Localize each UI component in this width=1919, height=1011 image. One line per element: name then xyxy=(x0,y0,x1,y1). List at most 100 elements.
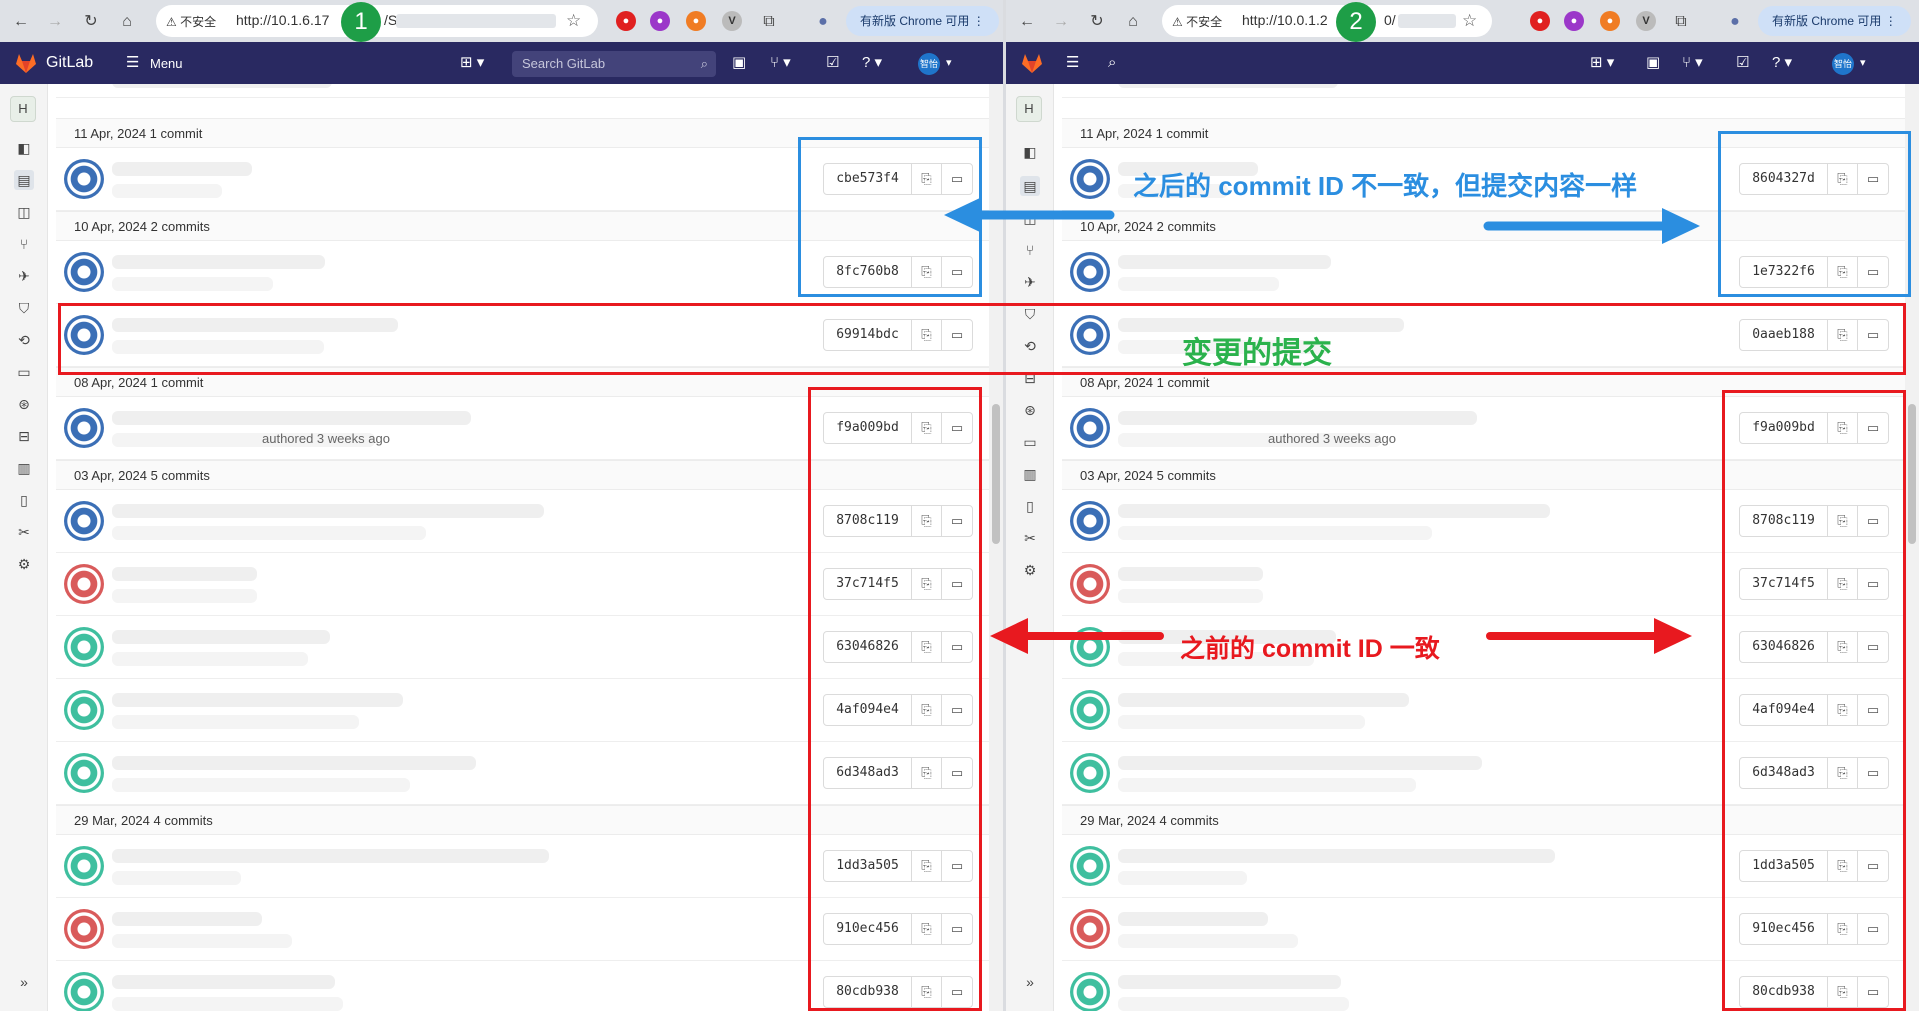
commit-row[interactable]: 8708c119 ⎘ ▭ xyxy=(1062,490,1905,553)
commit-sha-link[interactable]: 8604327d xyxy=(1740,164,1828,194)
new-dropdown-icon[interactable]: ⊞ ▾ xyxy=(1590,54,1614,72)
gitlab-logo-icon[interactable] xyxy=(1020,51,1044,75)
snippets-icon[interactable]: ✂ xyxy=(1020,528,1040,548)
author-avatar[interactable] xyxy=(64,564,104,604)
commit-row[interactable]: 910ec456 ⎘ ▭ xyxy=(56,898,989,961)
commit-row[interactable]: cbe573f4 ⎘ ▭ xyxy=(56,148,989,211)
commit-title-redacted[interactable] xyxy=(1118,504,1550,518)
forward-icon[interactable]: → xyxy=(44,11,66,33)
copy-sha-icon[interactable]: ⎘ xyxy=(912,851,942,881)
puzzle-icon[interactable]: ⧉ xyxy=(758,11,780,33)
author-avatar[interactable] xyxy=(1070,564,1110,604)
author-avatar[interactable] xyxy=(64,501,104,541)
author-avatar[interactable] xyxy=(64,753,104,793)
commit-title-redacted[interactable] xyxy=(112,567,257,581)
commit-row[interactable]: 4af094e4 ⎘ ▭ xyxy=(1062,679,1905,742)
author-avatar[interactable] xyxy=(64,627,104,667)
extension-icon[interactable]: ● xyxy=(616,11,636,31)
browse-files-folder-icon[interactable]: ▭ xyxy=(942,506,972,536)
commit-title-redacted[interactable] xyxy=(1118,411,1477,425)
author-avatar[interactable] xyxy=(1070,909,1110,949)
commit-row[interactable]: 80cdb938 ⎘ ▭ xyxy=(56,961,989,1011)
copy-sha-icon[interactable]: ⎘ xyxy=(912,506,942,536)
commit-row[interactable]: 1dd3a505 ⎘ ▭ xyxy=(56,835,989,898)
commit-row[interactable]: 1e7322f6 ⎘ ▭ xyxy=(1062,241,1905,304)
commit-row[interactable]: 80cdb938 ⎘ ▭ xyxy=(1062,961,1905,1011)
commit-sha-link[interactable]: f9a009bd xyxy=(824,413,912,443)
insecure-indicator[interactable]: ⚠ 不安全 xyxy=(166,13,216,30)
commit-title-redacted[interactable] xyxy=(112,318,398,332)
author-avatar[interactable] xyxy=(1070,846,1110,886)
hamburger-icon[interactable]: ☰ xyxy=(126,54,139,72)
commit-sha-link[interactable]: 37c714f5 xyxy=(1740,569,1828,599)
insecure-indicator[interactable]: ⚠ 不安全 xyxy=(1172,13,1222,30)
commit-title-redacted[interactable] xyxy=(1118,567,1263,581)
author-avatar[interactable] xyxy=(64,159,104,199)
copy-sha-icon[interactable]: ⎘ xyxy=(1828,506,1858,536)
reload-icon[interactable]: ↻ xyxy=(1086,11,1108,33)
commit-sha-link[interactable]: 0aaeb188 xyxy=(1740,320,1828,350)
todo-icon[interactable]: ☑ xyxy=(1736,54,1749,72)
copy-sha-icon[interactable]: ⎘ xyxy=(912,413,942,443)
browse-files-folder-icon[interactable]: ▭ xyxy=(1858,569,1888,599)
settings-gear-icon[interactable]: ⚙ xyxy=(14,554,34,574)
commit-sha-link[interactable]: 63046826 xyxy=(824,632,912,662)
commit-sha-link[interactable]: 8fc760b8 xyxy=(824,257,912,287)
browse-files-folder-icon[interactable]: ▭ xyxy=(942,257,972,287)
monitor-icon[interactable]: ▭ xyxy=(14,362,34,382)
browse-files-folder-icon[interactable]: ▭ xyxy=(1858,695,1888,725)
address-bar[interactable]: ⚠ 不安全 http://10.0.1.2 0/ ☆ xyxy=(1162,5,1492,37)
browse-files-folder-icon[interactable]: ▭ xyxy=(942,164,972,194)
commit-title-redacted[interactable] xyxy=(1118,756,1482,770)
browse-files-folder-icon[interactable]: ▭ xyxy=(942,914,972,944)
browse-files-folder-icon[interactable]: ▭ xyxy=(1858,851,1888,881)
commit-title-redacted[interactable] xyxy=(1118,975,1341,989)
commit-title-redacted[interactable] xyxy=(112,504,544,518)
copy-sha-icon[interactable]: ⎘ xyxy=(1828,695,1858,725)
issues-icon[interactable]: ◫ xyxy=(14,202,34,222)
commit-sha-link[interactable]: 8708c119 xyxy=(824,506,912,536)
commit-sha-link[interactable]: cbe573f4 xyxy=(824,164,912,194)
extension-icon[interactable]: V xyxy=(722,11,742,31)
author-avatar[interactable] xyxy=(64,909,104,949)
commit-row[interactable]: 37c714f5 ⎘ ▭ xyxy=(56,553,989,616)
snippets-icon[interactable]: ✂ xyxy=(14,522,34,542)
author-avatar[interactable] xyxy=(1070,690,1110,730)
forward-icon[interactable]: → xyxy=(1050,11,1072,33)
user-avatar[interactable]: 智怡 xyxy=(1832,53,1854,75)
security-shield-icon[interactable]: ⛉ xyxy=(14,298,34,318)
commit-row[interactable]: 37c714f5 ⎘ ▭ xyxy=(1062,553,1905,616)
repository-icon[interactable]: ▤ xyxy=(1020,176,1040,196)
scrollbar[interactable] xyxy=(989,84,1003,1011)
copy-sha-icon[interactable]: ⎘ xyxy=(912,695,942,725)
commit-row[interactable]: 6d348ad3 ⎘ ▭ xyxy=(1062,742,1905,805)
project-info-icon[interactable]: ◧ xyxy=(14,138,34,158)
collapse-sidebar-icon[interactable]: » xyxy=(1020,972,1040,992)
wiki-icon[interactable]: ▯ xyxy=(14,490,34,510)
deployments-icon[interactable]: ⟲ xyxy=(1020,336,1040,356)
merge-requests-icon[interactable]: ⑂ xyxy=(14,234,34,254)
copy-sha-icon[interactable]: ⎘ xyxy=(912,164,942,194)
author-avatar[interactable] xyxy=(1070,501,1110,541)
commit-sha-link[interactable]: 6d348ad3 xyxy=(1740,758,1828,788)
commit-sha-link[interactable]: 1dd3a505 xyxy=(1740,851,1828,881)
author-avatar[interactable] xyxy=(64,846,104,886)
browse-files-folder-icon[interactable]: ▭ xyxy=(942,977,972,1007)
commit-row[interactable]: 910ec456 ⎘ ▭ xyxy=(1062,898,1905,961)
commit-sha-link[interactable]: 4af094e4 xyxy=(824,695,912,725)
wiki-icon[interactable]: ▯ xyxy=(1020,496,1040,516)
commit-row[interactable]: authored 3 weeks ago f9a009bd ⎘ ▭ xyxy=(56,397,989,460)
browse-files-folder-icon[interactable]: ▭ xyxy=(1858,977,1888,1007)
author-avatar[interactable] xyxy=(64,972,104,1011)
profile-icon[interactable]: ● xyxy=(1724,11,1746,33)
commit-row[interactable]: authored 3 weeks ago f9a009bd ⎘ ▭ xyxy=(1062,397,1905,460)
merge-requests-icon[interactable]: ⑂ ▾ xyxy=(1682,54,1703,72)
infrastructure-icon[interactable]: ⊛ xyxy=(1020,400,1040,420)
browse-files-folder-icon[interactable]: ▭ xyxy=(942,413,972,443)
analytics-icon[interactable]: ▥ xyxy=(14,458,34,478)
search-input[interactable]: Search GitLab ⌕ xyxy=(512,51,716,77)
back-icon[interactable]: ← xyxy=(1016,11,1038,33)
reload-icon[interactable]: ↻ xyxy=(80,11,102,33)
browse-files-folder-icon[interactable]: ▭ xyxy=(1858,758,1888,788)
commit-sha-link[interactable]: 1dd3a505 xyxy=(824,851,912,881)
